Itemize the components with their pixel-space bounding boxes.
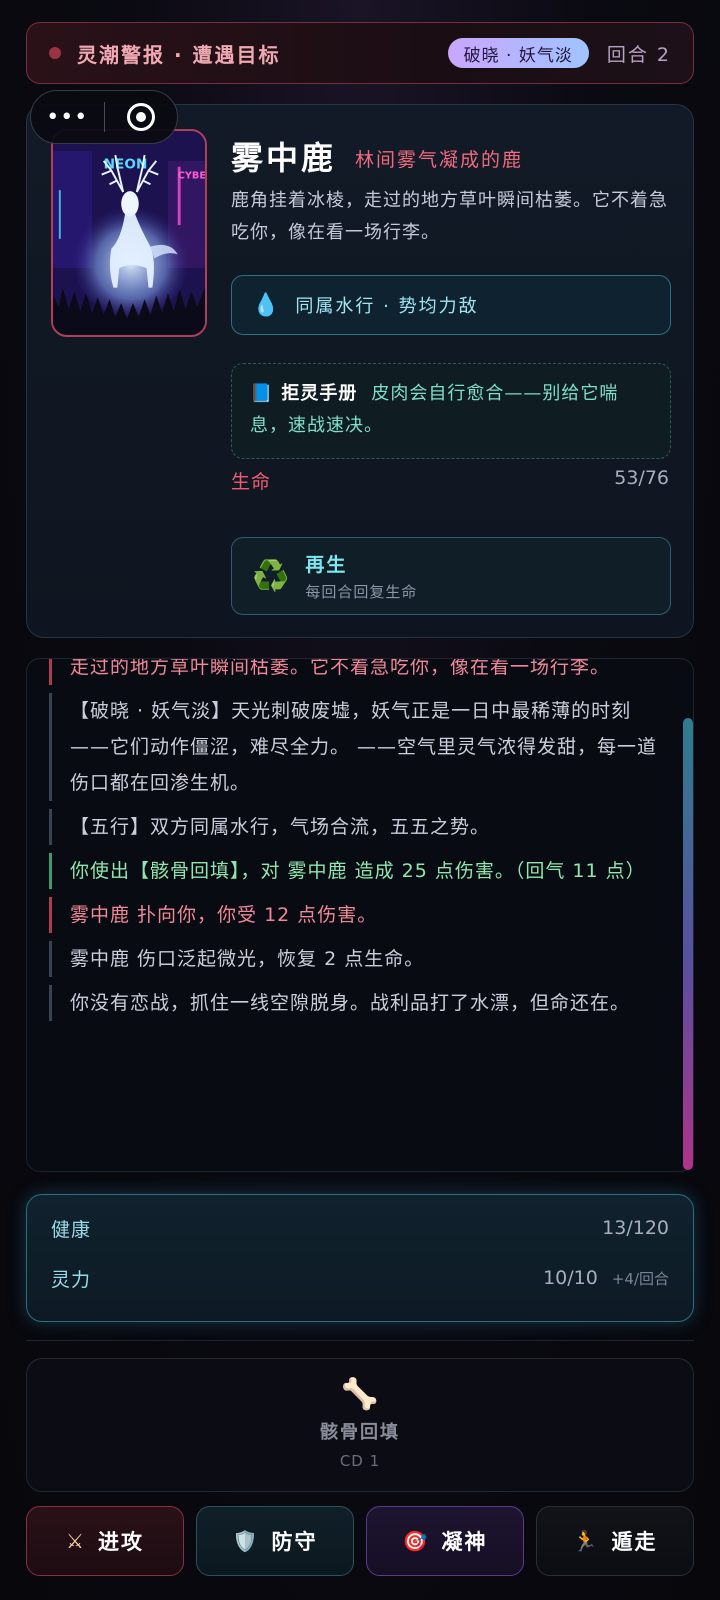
swords-icon: ⚔ <box>66 1529 86 1553</box>
encounter-alert-bar: 灵潮警报 · 遭遇目标 破晓 · 妖气淡 回合 2 <box>26 22 694 84</box>
enemy-card: NEON CYBE 雾中鹿 林间雾气凝成的鹿 鹿角挂着冰棱，走过的地方草叶瞬间枯… <box>26 104 694 638</box>
spirit-value: 10/10 <box>543 1267 598 1289</box>
alert-title: 灵潮警报 · 遭遇目标 <box>77 42 281 67</box>
battle-log[interactable]: 走过的地方草叶瞬间枯萎。它不着急吃你，像在看一场行李。 【破晓 · 妖气淡】天光… <box>26 658 694 1172</box>
trait-subtitle: 每回合回复生命 <box>305 583 418 601</box>
log-entry: 你没有恋战，抓住一线空隙脱身。战利品打了水漂，但命还在。 <box>49 985 659 1021</box>
attack-button[interactable]: ⚔ 进攻 <box>26 1506 184 1576</box>
action-bar: ⚔ 进攻 🛡️ 防守 🎯 凝神 🏃 遁走 <box>26 1506 694 1576</box>
target-dart-icon: 🎯 <box>402 1529 430 1553</box>
skill-cooldown: CD 1 <box>339 1452 381 1470</box>
trait-title: 再生 <box>305 554 348 576</box>
flee-button[interactable]: 🏃 遁走 <box>536 1506 694 1576</box>
alert-dot-icon <box>49 47 61 59</box>
element-relation-text: 同属水行 · 势均力敌 <box>295 296 479 317</box>
spirit-regen: +4/回合 <box>611 1269 669 1288</box>
more-dots-icon[interactable]: ••• <box>31 105 104 130</box>
health-value: 13/120 <box>602 1217 669 1239</box>
skill-slot-bone-refill[interactable]: 🦴 骸骨回填 CD 1 <box>26 1358 694 1492</box>
shield-icon: 🛡️ <box>232 1529 260 1553</box>
enemy-hp-value: 53/76 <box>614 467 669 489</box>
phase-badge: 破晓 · 妖气淡 <box>447 38 589 68</box>
battle-log-list: 走过的地方草叶瞬间枯萎。它不着急吃你，像在看一场行李。 【破晓 · 妖气淡】天光… <box>49 659 659 1029</box>
enemy-trait-regen: ♻️ 再生 每回合回复生命 <box>231 537 671 615</box>
book-icon: 📘 <box>250 383 274 404</box>
enemy-hp-label: 生命 <box>231 471 272 493</box>
health-label: 健康 <box>51 1218 92 1241</box>
miniapp-capsule: ••• <box>30 90 178 144</box>
player-status-panel: 健康 13/120 灵力 10/10 +4/回合 <box>26 1194 694 1322</box>
alert-right-group: 破晓 · 妖气淡 回合 2 <box>447 38 671 68</box>
element-relation-box: 💧 同属水行 · 势均力敌 <box>231 275 671 335</box>
log-entry: 【五行】双方同属水行，气场合流，五五之势。 <box>49 809 659 845</box>
log-entry: 雾中鹿 扑向你，你受 12 点伤害。 <box>49 897 659 933</box>
enemy-name: 雾中鹿 <box>231 139 337 177</box>
log-entry: 雾中鹿 伤口泛起微光，恢复 2 点生命。 <box>49 941 659 977</box>
log-entry: 【破晓 · 妖气淡】天光刺破废墟，妖气正是一日中最稀薄的时刻——它们动作僵涩，难… <box>49 693 659 801</box>
defend-button[interactable]: 🛡️ 防守 <box>196 1506 354 1576</box>
spirit-label: 灵力 <box>51 1268 92 1291</box>
exorcist-manual-tip: 📘 拒灵手册 皮肉会自行愈合——别给它喘息，速战速决。 <box>231 363 671 459</box>
skill-name: 骸骨回填 <box>320 1422 400 1443</box>
close-target-button[interactable] <box>105 103 178 131</box>
manual-title: 拒灵手册 <box>281 383 358 404</box>
trait-text-group: 再生 每回合回复生命 <box>305 550 417 602</box>
enemy-subtitle: 林间雾气凝成的鹿 <box>355 149 524 171</box>
spirit-row: 灵力 10/10 +4/回合 <box>51 1263 669 1293</box>
focus-label: 凝神 <box>441 1530 488 1554</box>
bone-icon: 🦴 <box>341 1377 379 1412</box>
defend-label: 防守 <box>271 1530 318 1554</box>
target-icon <box>126 103 155 131</box>
enemy-portrait: NEON CYBE <box>51 129 207 337</box>
portrait-cybe-text: CYBE <box>178 170 205 181</box>
round-counter: 回合 2 <box>606 43 671 66</box>
log-entry: 走过的地方草叶瞬间枯萎。它不着急吃你，像在看一场行李。 <box>49 659 659 685</box>
recycle-icon: ♻️ <box>252 558 290 594</box>
attack-label: 进攻 <box>97 1530 144 1554</box>
running-icon: 🏃 <box>572 1529 600 1553</box>
log-entry: 你使出【骸骨回填】，对 雾中鹿 造成 25 点伤害。（回气 11 点） <box>49 853 659 889</box>
flee-label: 遁走 <box>611 1530 658 1554</box>
health-row: 健康 13/120 <box>51 1213 669 1243</box>
focus-button[interactable]: 🎯 凝神 <box>366 1506 524 1576</box>
enemy-description: 鹿角挂着冰棱，走过的地方草叶瞬间枯萎。它不着急吃你，像在看一场行李。 <box>231 190 668 243</box>
battle-log-scrollbar[interactable] <box>683 718 693 1170</box>
water-drop-icon: 💧 <box>252 292 280 318</box>
section-divider <box>26 1340 694 1341</box>
